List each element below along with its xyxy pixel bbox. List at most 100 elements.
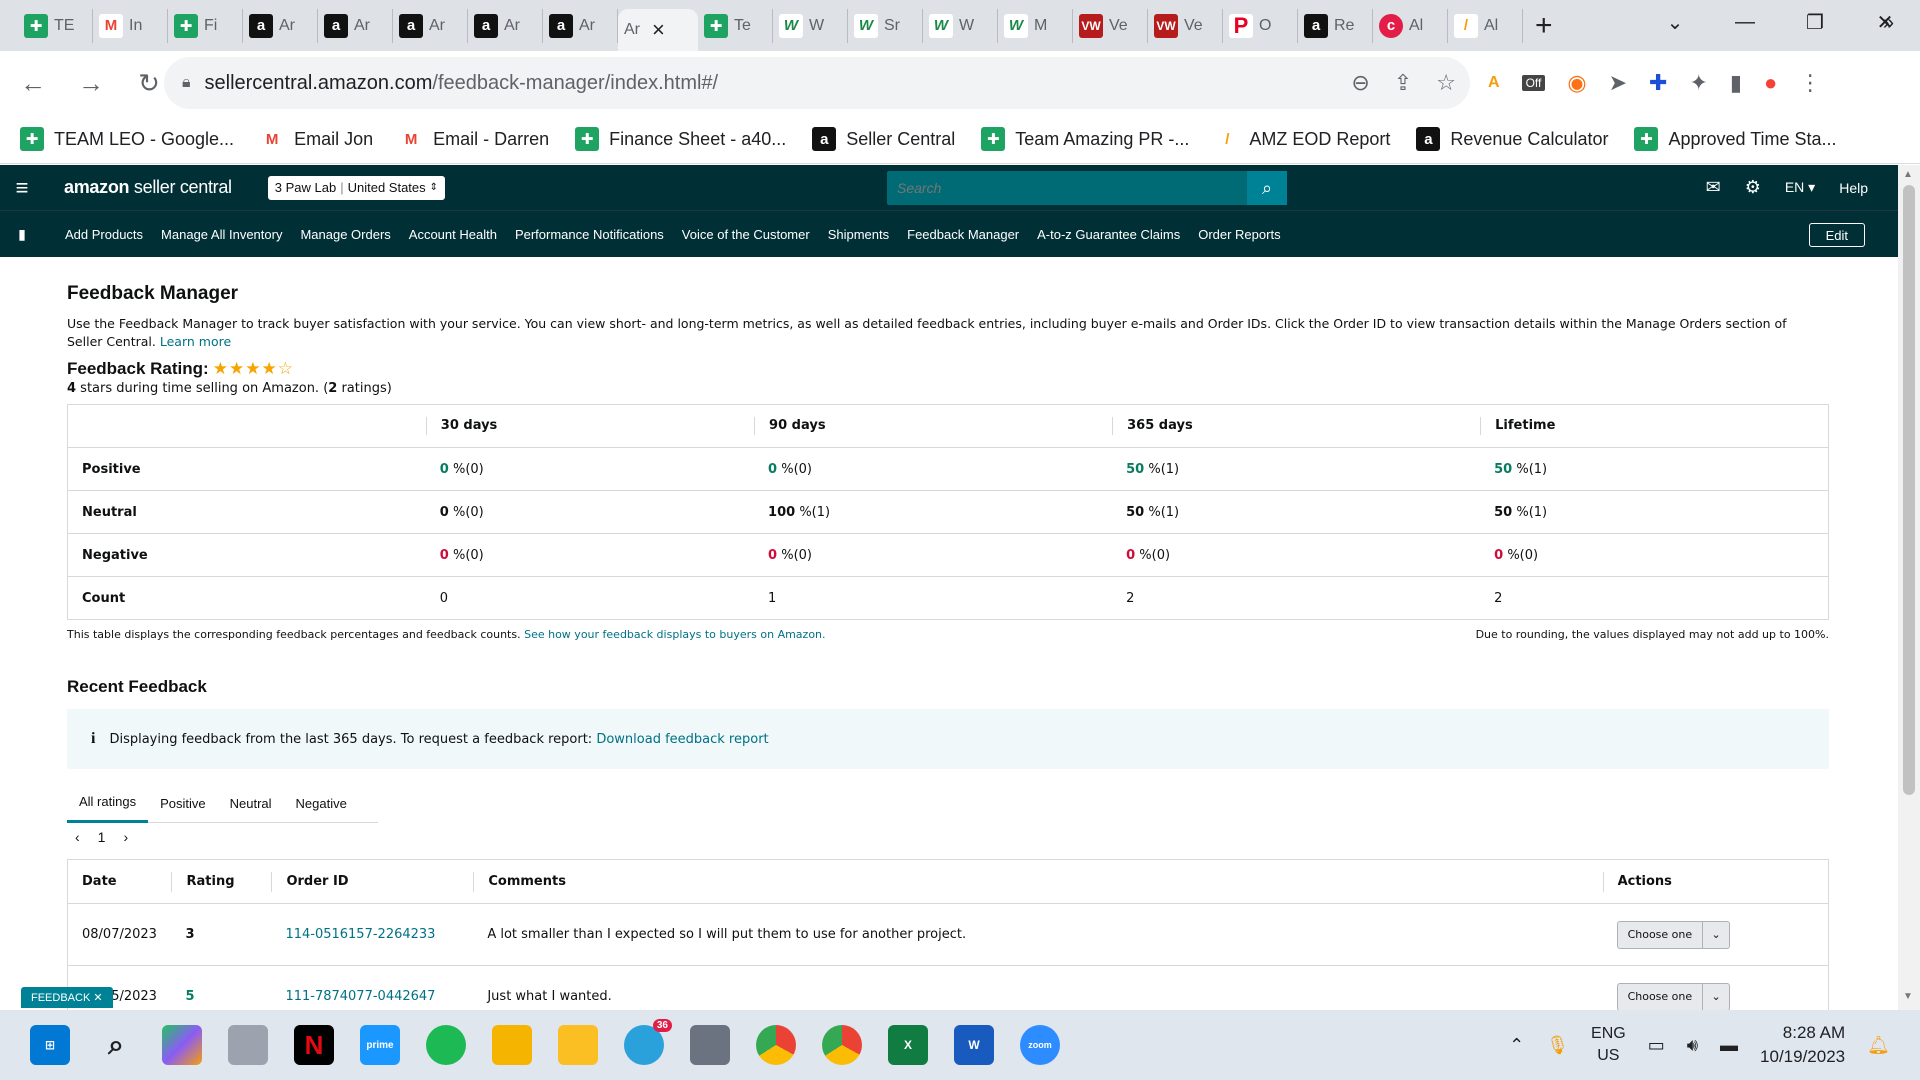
back-icon[interactable]: ← (10, 68, 56, 99)
task-view-icon[interactable] (228, 1025, 268, 1065)
microphone-icon[interactable]: 🎙︎ (1546, 1035, 1569, 1056)
sticky-notes-icon[interactable] (558, 1025, 598, 1065)
browser-tab[interactable]: ✚ TE (18, 8, 93, 43)
chevron-up-icon[interactable]: ⌃ (1509, 1035, 1524, 1056)
tab-search-icon[interactable]: ⌄ (1640, 10, 1710, 35)
bookmark-item[interactable]: a Seller Central (812, 127, 955, 151)
search-input[interactable] (887, 171, 1247, 205)
bookmark-star-icon[interactable]: ☆ (1436, 70, 1456, 96)
browser-tab[interactable]: / Al (1448, 8, 1523, 43)
page-number[interactable]: 1 (98, 829, 106, 845)
chevron-left-icon[interactable]: ‹ (75, 829, 80, 845)
zoom-icon[interactable]: zoom (1020, 1025, 1060, 1065)
nav-link[interactable]: Voice of the Customer (682, 227, 810, 242)
edit-nav-button[interactable]: Edit (1808, 223, 1865, 247)
bookmark-item[interactable]: / AMZ EOD Report (1215, 127, 1390, 151)
browser-tab[interactable]: VW Ve (1073, 8, 1148, 43)
nav-link[interactable]: Account Health (409, 227, 497, 242)
search-taskbar-icon[interactable]: ⌕ (96, 1025, 136, 1065)
browser-tab[interactable]: M In (93, 8, 168, 43)
nav-link[interactable]: Feedback Manager (907, 227, 1019, 242)
filter-tab[interactable]: Positive (148, 783, 218, 823)
feedback-display-link[interactable]: See how your feedback displays to buyers… (524, 628, 825, 641)
browser-tab[interactable]: a Ar (468, 8, 543, 43)
notification-bell-icon[interactable]: 🔔︎ (1867, 1035, 1890, 1056)
browser-tab[interactable]: a Ar (318, 8, 393, 43)
minimize-button[interactable]: — (1710, 11, 1780, 34)
profile-avatar[interactable]: ● (1764, 70, 1777, 96)
bookmark-icon[interactable]: ▮ (0, 226, 44, 243)
browser-tab[interactable]: c Al (1373, 8, 1448, 43)
chrome-icon[interactable] (756, 1025, 796, 1065)
browser-tab[interactable]: a Ar (243, 8, 318, 43)
chrome-profile-icon[interactable] (822, 1025, 862, 1065)
browser-tab[interactable]: WM (998, 8, 1073, 43)
share-icon[interactable]: ⇪ (1394, 70, 1412, 96)
action-dropdown[interactable]: Choose one ⌄ (1616, 920, 1731, 949)
sidepanel-icon[interactable]: ▮ (1730, 70, 1742, 96)
browser-tab[interactable]: VW Ve (1148, 8, 1223, 43)
puzzle-icon[interactable]: ✦ (1689, 70, 1707, 96)
nav-link[interactable]: Performance Notifications (515, 227, 664, 242)
extension-scout-icon[interactable]: A (1488, 74, 1500, 92)
telegram-icon[interactable]: 36 (624, 1019, 672, 1065)
start-icon[interactable]: ⊞ (30, 1025, 70, 1065)
learn-more-link[interactable]: Learn more (160, 334, 231, 349)
prime-video-icon[interactable]: prime (360, 1025, 400, 1065)
nav-link[interactable]: A-to-z Guarantee Claims (1037, 227, 1180, 242)
bookmark-item[interactable]: a Revenue Calculator (1416, 127, 1608, 151)
copilot-icon[interactable] (162, 1025, 202, 1065)
browser-tab[interactable]: a Re (1298, 8, 1373, 43)
bookmark-item[interactable]: ✚ Finance Sheet - a40... (575, 127, 786, 151)
bookmark-item[interactable]: ✚ TEAM LEO - Google... (20, 127, 234, 151)
forward-icon[interactable]: → (68, 68, 114, 99)
scrollbar[interactable]: ▲ ▼ (1898, 165, 1920, 1010)
url-box[interactable]: 🔒︎ sellercentral.amazon.com/feedback-man… (164, 57, 1470, 109)
feedback-tab[interactable]: FEEDBACK ✕ (21, 987, 113, 1008)
download-report-link[interactable]: Download feedback report (596, 732, 768, 747)
browser-tab[interactable]: ✚ Fi (168, 8, 243, 43)
bookmark-item[interactable]: M Email - Darren (399, 127, 549, 151)
browser-tab[interactable]: WW (923, 8, 998, 43)
url-text[interactable]: sellercentral.amazon.com/feedback-manage… (205, 72, 719, 95)
browser-tab[interactable]: W Sr (848, 8, 923, 43)
scroll-up-icon[interactable]: ▲ (1903, 169, 1913, 180)
bookmark-item[interactable]: ✚ Team Amazing PR -... (981, 127, 1189, 151)
browser-tab[interactable]: WW (773, 8, 848, 43)
scroll-down-icon[interactable]: ▼ (1903, 991, 1913, 1002)
clock[interactable]: 8:28 AM 10/19/2023 (1760, 1021, 1845, 1069)
netflix-icon[interactable]: N (294, 1025, 334, 1065)
browser-tab[interactable]: Ar × (618, 9, 698, 51)
browser-tab[interactable]: a Ar (543, 8, 618, 43)
nav-link[interactable]: Manage All Inventory (161, 227, 282, 242)
bookmark-item[interactable]: M Email Jon (260, 127, 373, 151)
browser-tab[interactable]: PO (1223, 8, 1298, 43)
seller-central-logo[interactable]: amazon seller central (64, 177, 232, 198)
filter-tab[interactable]: All ratings (67, 783, 149, 823)
order-id-link[interactable]: 114-0516157-2264233 (271, 903, 474, 966)
language-indicator[interactable]: ENG US (1591, 1023, 1626, 1067)
scroll-thumb[interactable] (1903, 185, 1915, 795)
restore-button[interactable]: ❐ (1780, 10, 1850, 35)
nav-link[interactable]: Order Reports (1198, 227, 1280, 242)
word-icon[interactable]: W (954, 1025, 994, 1065)
browser-tab[interactable]: a Ar (393, 8, 468, 43)
store-selector[interactable]: 3 Paw Lab | United States ⇕ (267, 175, 446, 200)
nav-link[interactable]: Add Products (65, 227, 143, 242)
nav-link[interactable]: Shipments (828, 227, 889, 242)
bookmark-item[interactable]: ✚ Approved Time Sta... (1634, 127, 1837, 151)
mail-icon[interactable]: ✉ (1706, 177, 1721, 198)
extension-cursor-icon[interactable]: ➤ (1609, 70, 1627, 96)
new-tab-icon[interactable]: + (1535, 9, 1553, 43)
menu-dots-icon[interactable]: ⋮ (1799, 70, 1821, 96)
order-id-link[interactable]: 111-7874077-0442647 (271, 965, 474, 1010)
action-dropdown[interactable]: Choose one ⌄ (1616, 982, 1731, 1010)
gear-icon[interactable]: ⚙ (1745, 177, 1761, 198)
extension-plus-icon[interactable]: ✚ (1649, 70, 1667, 96)
search-icon[interactable]: ⌕ (1247, 171, 1287, 205)
extension-off-icon[interactable]: Off (1521, 75, 1546, 91)
excel-icon[interactable]: X (888, 1025, 928, 1065)
chevron-right-icon[interactable]: › (123, 829, 128, 845)
network-icon[interactable]: ▭ (1648, 1035, 1665, 1056)
zoom-icon[interactable]: ⊖ (1351, 70, 1369, 96)
